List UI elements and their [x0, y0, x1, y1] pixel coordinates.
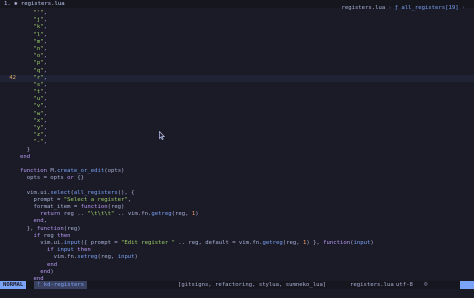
- line-number: 42: [9, 74, 16, 81]
- code-text: "t",: [33, 89, 47, 96]
- statusline: NORMAL ᚠ kd-registers [gitsigns, refacto…: [0, 281, 474, 289]
- code-line[interactable]: if input then: [0, 247, 474, 254]
- code-text: "s",: [33, 81, 47, 88]
- code-text: end: [20, 153, 31, 160]
- code-line[interactable]: "x",: [0, 118, 474, 125]
- code-line[interactable]: return reg .. "\t\t\t" .. vim.fn.getreg(…: [0, 211, 474, 218]
- code-line[interactable]: vim.ui.select(all_registers(), {: [0, 190, 474, 197]
- file-format-icon: ☺: [424, 282, 428, 288]
- code-line[interactable]: opts = opts or {}: [0, 175, 474, 182]
- code-line[interactable]: "w",: [0, 111, 474, 118]
- code-line[interactable]: "l",: [0, 32, 474, 39]
- code-text: "k",: [33, 24, 47, 31]
- code-line[interactable]: 42 "r",: [0, 74, 474, 82]
- file-encoding: utf-8: [396, 282, 413, 288]
- code-line[interactable]: "k",: [0, 24, 474, 31]
- code-line[interactable]: end: [0, 154, 474, 161]
- mode-indicator: NORMAL: [0, 281, 27, 289]
- code-line[interactable]: function M.create_or_edit(opts): [0, 168, 474, 175]
- code-text: "w",: [33, 110, 47, 117]
- code-editor[interactable]: "'", "j", "k", "l", "m", "n", "o", "p", …: [0, 10, 474, 296]
- code-text: prompt = "Select a register",: [20, 196, 132, 203]
- code-text: end): [40, 268, 54, 275]
- command-line[interactable]: [0, 289, 474, 295]
- code-text: end,: [33, 218, 47, 225]
- code-text: end: [46, 261, 58, 268]
- code-line[interactable]: if reg then: [0, 233, 474, 240]
- code-line[interactable]: "m",: [0, 39, 474, 46]
- mouse-pointer-icon: [159, 131, 165, 140]
- code-text: "m",: [33, 38, 47, 45]
- code-text: "x",: [33, 117, 47, 124]
- tab-registers-lua[interactable]: 1. ✱ registers.lua: [0, 0, 69, 8]
- code-line[interactable]: "o",: [0, 53, 474, 60]
- code-line[interactable]: vim.ui.input({ prompt = "Edit register "…: [0, 240, 474, 247]
- code-text: if input then: [46, 247, 91, 254]
- code-text: format_item = function(reg): [20, 204, 125, 211]
- code-line[interactable]: format_item = function(reg): [0, 204, 474, 211]
- code-text: if reg then: [33, 232, 71, 239]
- code-line[interactable]: "z",: [0, 132, 474, 139]
- code-line[interactable]: "-",: [0, 139, 474, 146]
- status-filename: registers.lua: [350, 282, 394, 288]
- lsp-clients: [gitsigns, refactoring, stylua, sumneko_…: [178, 282, 327, 288]
- code-line[interactable]: [0, 161, 474, 168]
- git-branch: ᚠ kd-registers: [34, 281, 88, 289]
- code-line[interactable]: "y",: [0, 125, 474, 132]
- code-text: "-",: [33, 139, 47, 146]
- code-line[interactable]: vim.fn.setreg(reg, input): [0, 254, 474, 261]
- code-text: vim.fn.setreg(reg, input): [20, 254, 138, 261]
- code-text: "l",: [33, 31, 47, 38]
- code-line[interactable]: "n",: [0, 46, 474, 53]
- code-text: opts = opts or {}: [20, 175, 85, 182]
- code-line[interactable]: }: [0, 147, 474, 154]
- code-line[interactable]: "j",: [0, 17, 474, 24]
- code-line[interactable]: prompt = "Select a register",: [0, 197, 474, 204]
- code-text: "o",: [33, 53, 47, 60]
- code-line[interactable]: end): [0, 269, 474, 276]
- code-text: "y",: [33, 125, 47, 131]
- code-text: }, function(reg): [20, 225, 81, 232]
- code-text: "'",: [33, 10, 47, 16]
- code-line[interactable]: "s",: [0, 82, 474, 89]
- code-line[interactable]: "'",: [0, 10, 474, 17]
- code-text: "u",: [33, 96, 47, 103]
- code-line[interactable]: "u",: [0, 96, 474, 103]
- code-text: return reg .. "\t\t\t" .. vim.fn.getreg(…: [40, 211, 199, 218]
- code-text: "p",: [33, 60, 47, 67]
- code-line[interactable]: end: [0, 262, 474, 269]
- code-text: "q",: [33, 67, 47, 74]
- code-line[interactable]: [0, 183, 474, 190]
- code-text: "v",: [33, 103, 47, 110]
- code-line[interactable]: "t",: [0, 89, 474, 96]
- code-line[interactable]: end,: [0, 218, 474, 225]
- position-indicator: [460, 281, 474, 289]
- code-line[interactable]: "q",: [0, 68, 474, 75]
- code-text: "r",: [33, 74, 47, 81]
- code-text: "z",: [33, 132, 47, 139]
- code-line[interactable]: "p",: [0, 60, 474, 67]
- code-text: "n",: [33, 45, 47, 52]
- code-text: }: [20, 146, 31, 153]
- code-text: "j",: [33, 17, 47, 24]
- code-line[interactable]: }, function(reg): [0, 226, 474, 233]
- code-line[interactable]: "v",: [0, 103, 474, 110]
- code-text: vim.ui.input({ prompt = "Edit register "…: [20, 240, 374, 246]
- code-text: vim.ui.select(all_registers(), {: [20, 189, 135, 196]
- code-text: function M.create_or_edit(opts): [20, 168, 125, 175]
